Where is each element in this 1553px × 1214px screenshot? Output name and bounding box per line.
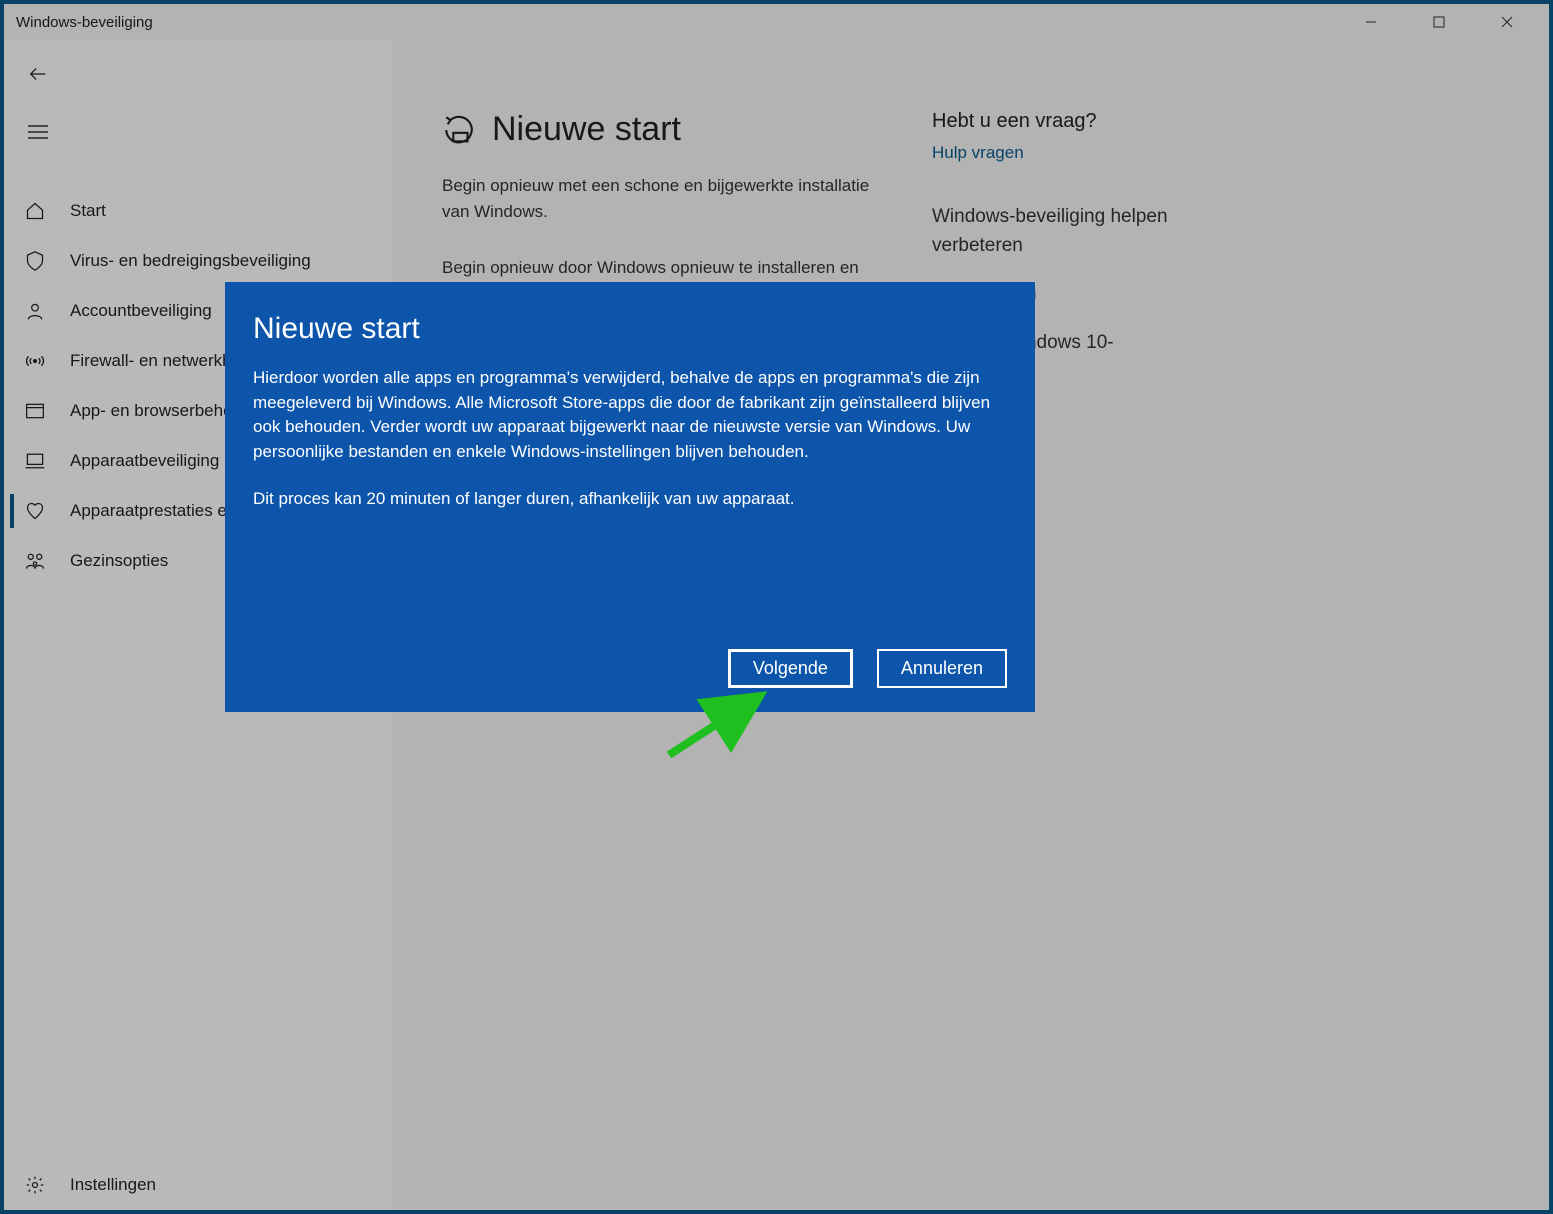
fresh-start-dialog: Nieuwe start Hierdoor worden alle apps e…	[225, 282, 1035, 712]
dialog-paragraph-2: Dit proces kan 20 minuten of langer dure…	[253, 487, 1007, 512]
cancel-button[interactable]: Annuleren	[877, 649, 1007, 688]
dialog-paragraph-1: Hierdoor worden alle apps en programma's…	[253, 366, 1007, 465]
next-button[interactable]: Volgende	[728, 649, 853, 688]
dialog-title: Nieuwe start	[253, 312, 1007, 346]
